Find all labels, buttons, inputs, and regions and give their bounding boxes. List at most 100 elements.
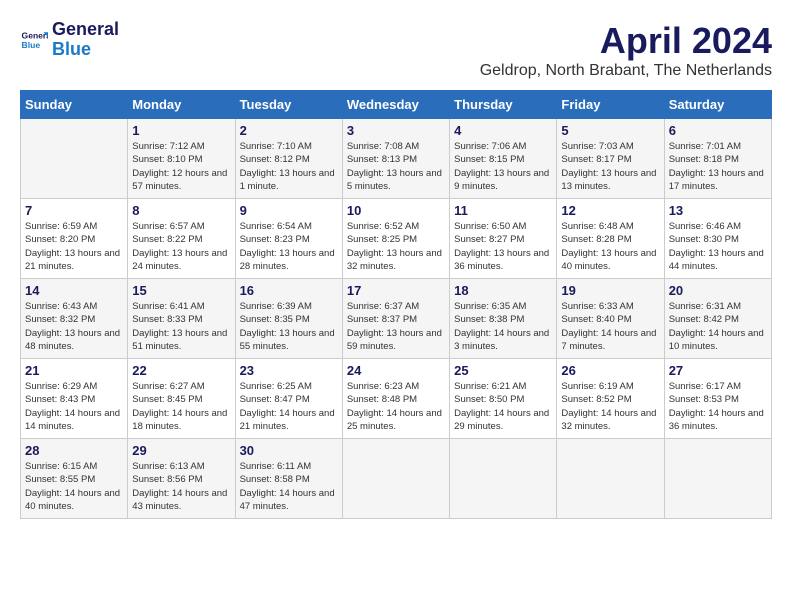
logo-line2: Blue — [52, 40, 119, 60]
day-number: 20 — [669, 283, 767, 298]
location-subtitle: Geldrop, North Brabant, The Netherlands — [480, 62, 772, 80]
day-info: Sunrise: 7:03 AM Sunset: 8:17 PM Dayligh… — [561, 140, 659, 193]
day-number: 26 — [561, 363, 659, 378]
day-number: 25 — [454, 363, 552, 378]
calendar-cell: 21Sunrise: 6:29 AM Sunset: 8:43 PM Dayli… — [21, 359, 128, 439]
calendar-cell — [664, 439, 771, 519]
calendar-cell: 28Sunrise: 6:15 AM Sunset: 8:55 PM Dayli… — [21, 439, 128, 519]
calendar-cell — [342, 439, 449, 519]
day-info: Sunrise: 6:17 AM Sunset: 8:53 PM Dayligh… — [669, 380, 767, 433]
day-info: Sunrise: 6:19 AM Sunset: 8:52 PM Dayligh… — [561, 380, 659, 433]
calendar-cell: 19Sunrise: 6:33 AM Sunset: 8:40 PM Dayli… — [557, 279, 664, 359]
day-info: Sunrise: 6:50 AM Sunset: 8:27 PM Dayligh… — [454, 220, 552, 273]
day-info: Sunrise: 6:43 AM Sunset: 8:32 PM Dayligh… — [25, 300, 123, 353]
day-number: 18 — [454, 283, 552, 298]
day-number: 3 — [347, 123, 445, 138]
calendar-week-1: 1 Sunrise: 7:12 AM Sunset: 8:10 PM Daylig… — [21, 119, 772, 199]
day-info: Sunrise: 6:59 AM Sunset: 8:20 PM Dayligh… — [25, 220, 123, 273]
calendar-cell: 22 Sunrise: 6:27 AM Sunset: 8:45 PM Dayli… — [128, 359, 235, 439]
day-info: Sunrise: 6:41 AM Sunset: 8:33 PM Dayligh… — [132, 300, 230, 353]
svg-text:General: General — [22, 30, 48, 40]
day-info: Sunrise: 6:21 AM Sunset: 8:50 PM Dayligh… — [454, 380, 552, 433]
day-number: 14 — [25, 283, 123, 298]
day-number: 15 — [132, 283, 230, 298]
day-info: Sunrise: 6:25 AM Sunset: 8:47 PM Dayligh… — [240, 380, 338, 433]
weekday-header-row: SundayMondayTuesdayWednesdayThursdayFrid… — [21, 91, 772, 119]
day-info: Sunrise: 7:06 AM Sunset: 8:15 PM Dayligh… — [454, 140, 552, 193]
day-info: Sunrise: 7:12 AM Sunset: 8:10 PM Dayligh… — [132, 140, 230, 193]
calendar-cell: 29 Sunrise: 6:13 AM Sunset: 8:56 PM Dayli… — [128, 439, 235, 519]
weekday-header-monday: Monday — [128, 91, 235, 119]
day-info: Sunrise: 6:23 AM Sunset: 8:48 PM Dayligh… — [347, 380, 445, 433]
day-number: 17 — [347, 283, 445, 298]
calendar-week-5: 28Sunrise: 6:15 AM Sunset: 8:55 PM Dayli… — [21, 439, 772, 519]
title-area: April 2024 Geldrop, North Brabant, The N… — [480, 20, 772, 80]
calendar-cell: 5 Sunrise: 7:03 AM Sunset: 8:17 PM Daylig… — [557, 119, 664, 199]
day-info: Sunrise: 6:39 AM Sunset: 8:35 PM Dayligh… — [240, 300, 338, 353]
day-number: 22 — [132, 363, 230, 378]
calendar-week-4: 21Sunrise: 6:29 AM Sunset: 8:43 PM Dayli… — [21, 359, 772, 439]
weekday-header-wednesday: Wednesday — [342, 91, 449, 119]
calendar-cell: 23 Sunrise: 6:25 AM Sunset: 8:47 PM Dayli… — [235, 359, 342, 439]
month-title: April 2024 — [480, 20, 772, 62]
day-info: Sunrise: 6:27 AM Sunset: 8:45 PM Dayligh… — [132, 380, 230, 433]
calendar-cell: 4Sunrise: 7:06 AM Sunset: 8:15 PM Daylig… — [450, 119, 557, 199]
calendar-cell: 30 Sunrise: 6:11 AM Sunset: 8:58 PM Dayli… — [235, 439, 342, 519]
day-number: 28 — [25, 443, 123, 458]
day-info: Sunrise: 7:08 AM Sunset: 8:13 PM Dayligh… — [347, 140, 445, 193]
day-info: Sunrise: 7:10 AM Sunset: 8:12 PM Dayligh… — [240, 140, 338, 193]
day-number: 11 — [454, 203, 552, 218]
calendar-cell: 7 Sunrise: 6:59 AM Sunset: 8:20 PM Daylig… — [21, 199, 128, 279]
day-number: 29 — [132, 443, 230, 458]
day-number: 5 — [561, 123, 659, 138]
day-info: Sunrise: 6:31 AM Sunset: 8:42 PM Dayligh… — [669, 300, 767, 353]
calendar-table: SundayMondayTuesdayWednesdayThursdayFrid… — [20, 90, 772, 519]
day-info: Sunrise: 6:57 AM Sunset: 8:22 PM Dayligh… — [132, 220, 230, 273]
day-info: Sunrise: 6:33 AM Sunset: 8:40 PM Dayligh… — [561, 300, 659, 353]
weekday-header-saturday: Saturday — [664, 91, 771, 119]
header: General Blue General Blue April 2024 Gel… — [20, 20, 772, 80]
calendar-cell: 10 Sunrise: 6:52 AM Sunset: 8:25 PM Dayli… — [342, 199, 449, 279]
calendar-week-2: 7 Sunrise: 6:59 AM Sunset: 8:20 PM Daylig… — [21, 199, 772, 279]
calendar-cell: 25 Sunrise: 6:21 AM Sunset: 8:50 PM Dayli… — [450, 359, 557, 439]
calendar-cell: 16 Sunrise: 6:39 AM Sunset: 8:35 PM Dayli… — [235, 279, 342, 359]
calendar-cell — [557, 439, 664, 519]
day-info: Sunrise: 6:13 AM Sunset: 8:56 PM Dayligh… — [132, 460, 230, 513]
calendar-cell: 9 Sunrise: 6:54 AM Sunset: 8:23 PM Daylig… — [235, 199, 342, 279]
logo-icon: General Blue — [20, 26, 48, 54]
day-info: Sunrise: 6:54 AM Sunset: 8:23 PM Dayligh… — [240, 220, 338, 273]
day-number: 30 — [240, 443, 338, 458]
day-number: 9 — [240, 203, 338, 218]
day-number: 23 — [240, 363, 338, 378]
calendar-cell: 3 Sunrise: 7:08 AM Sunset: 8:13 PM Daylig… — [342, 119, 449, 199]
day-info: Sunrise: 6:48 AM Sunset: 8:28 PM Dayligh… — [561, 220, 659, 273]
calendar-cell: 13Sunrise: 6:46 AM Sunset: 8:30 PM Dayli… — [664, 199, 771, 279]
day-number: 1 — [132, 123, 230, 138]
weekday-header-sunday: Sunday — [21, 91, 128, 119]
logo-text: General Blue — [52, 20, 119, 60]
day-number: 27 — [669, 363, 767, 378]
day-info: Sunrise: 6:35 AM Sunset: 8:38 PM Dayligh… — [454, 300, 552, 353]
calendar-cell: 2 Sunrise: 7:10 AM Sunset: 8:12 PM Daylig… — [235, 119, 342, 199]
day-number: 24 — [347, 363, 445, 378]
day-number: 13 — [669, 203, 767, 218]
weekday-header-friday: Friday — [557, 91, 664, 119]
day-info: Sunrise: 6:37 AM Sunset: 8:37 PM Dayligh… — [347, 300, 445, 353]
calendar-cell: 26 Sunrise: 6:19 AM Sunset: 8:52 PM Dayli… — [557, 359, 664, 439]
day-info: Sunrise: 6:11 AM Sunset: 8:58 PM Dayligh… — [240, 460, 338, 513]
calendar-cell: 17 Sunrise: 6:37 AM Sunset: 8:37 PM Dayli… — [342, 279, 449, 359]
calendar-cell: 14 Sunrise: 6:43 AM Sunset: 8:32 PM Dayli… — [21, 279, 128, 359]
calendar-cell: 1 Sunrise: 7:12 AM Sunset: 8:10 PM Daylig… — [128, 119, 235, 199]
calendar-cell: 8 Sunrise: 6:57 AM Sunset: 8:22 PM Daylig… — [128, 199, 235, 279]
day-info: Sunrise: 7:01 AM Sunset: 8:18 PM Dayligh… — [669, 140, 767, 193]
day-number: 8 — [132, 203, 230, 218]
calendar-cell: 18 Sunrise: 6:35 AM Sunset: 8:38 PM Dayli… — [450, 279, 557, 359]
calendar-week-3: 14 Sunrise: 6:43 AM Sunset: 8:32 PM Dayli… — [21, 279, 772, 359]
day-number: 16 — [240, 283, 338, 298]
day-number: 2 — [240, 123, 338, 138]
day-number: 10 — [347, 203, 445, 218]
day-info: Sunrise: 6:52 AM Sunset: 8:25 PM Dayligh… — [347, 220, 445, 273]
logo-line1: General — [52, 20, 119, 40]
calendar-cell: 20 Sunrise: 6:31 AM Sunset: 8:42 PM Dayli… — [664, 279, 771, 359]
day-number: 7 — [25, 203, 123, 218]
